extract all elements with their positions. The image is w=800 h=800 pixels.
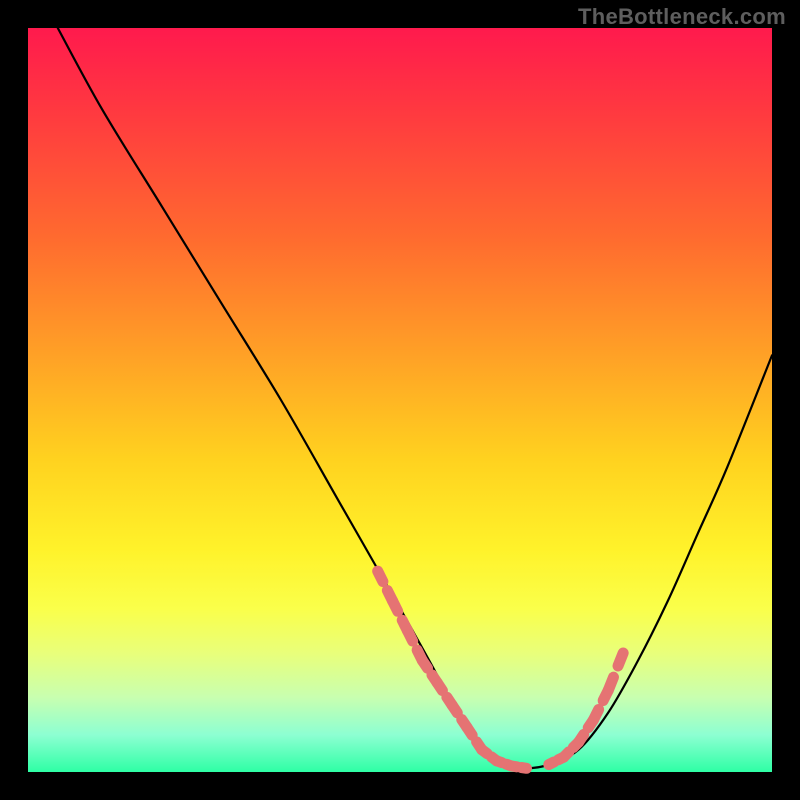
highlight-dash [467, 727, 472, 735]
highlight-range-right [549, 653, 623, 765]
highlight-dash [564, 752, 569, 757]
highlight-dash [579, 734, 584, 742]
highlight-dash [497, 761, 502, 763]
chart-frame: TheBottleneck.com [0, 0, 800, 800]
highlight-range-left [378, 571, 527, 768]
highlight-dash [378, 571, 383, 581]
highlight-dash [549, 762, 554, 765]
highlight-dash [618, 653, 623, 666]
highlight-dash [437, 683, 442, 691]
highlight-dash [593, 710, 598, 720]
watermark-label: TheBottleneck.com [578, 4, 786, 30]
curve-layer [28, 28, 772, 772]
highlight-dash [521, 767, 526, 768]
highlight-dash [393, 601, 398, 611]
highlight-dash [407, 631, 412, 641]
highlight-dash [608, 677, 613, 690]
highlight-dash [422, 660, 427, 668]
highlight-dash [452, 705, 457, 713]
highlight-dash [482, 750, 487, 754]
